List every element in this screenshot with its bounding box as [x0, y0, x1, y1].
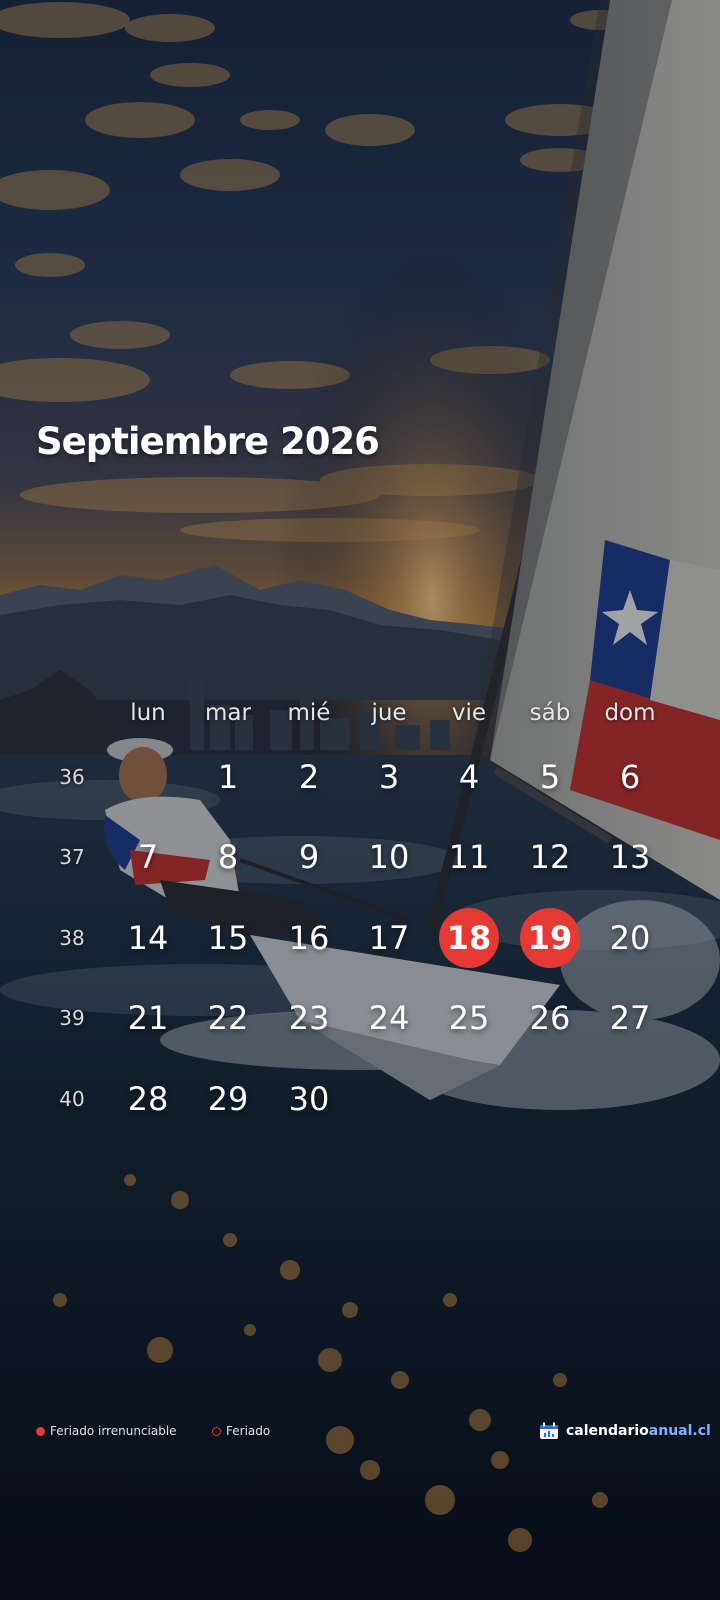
legend-irrenunciable-label: Feriado irrenunciable [50, 1424, 177, 1438]
brand-name-part1: calendario [566, 1423, 649, 1439]
day-cell: 4 [458, 758, 480, 796]
day-cell: 17 [368, 919, 410, 957]
day-cell: 1 [217, 758, 239, 796]
day-cell: 11 [448, 838, 490, 876]
weekday-label: sáb [529, 700, 571, 726]
brand-name-part2: anual.cl [648, 1423, 711, 1439]
day-cell: 21 [127, 999, 169, 1037]
legend-feriado-label: Feriado [226, 1424, 271, 1438]
weekday-header-row: lun mar mié jue vie sáb dom [0, 700, 720, 730]
day-cell: 23 [288, 999, 330, 1037]
month-title: Septiembre 2026 [36, 420, 380, 463]
brand-logo: calendario anual.cl [539, 1422, 711, 1440]
calendar-wallpaper: Septiembre 2026 lun mar mié jue vie sáb dom 36… [0, 0, 720, 1600]
holiday-day-cell: 19 [520, 908, 580, 968]
weekday-label: mar [205, 700, 251, 726]
day-cell: 6 [619, 758, 641, 796]
day-cell: 30 [288, 1080, 330, 1118]
day-cell: 8 [217, 838, 239, 876]
day-cell: 2 [298, 758, 320, 796]
legend-feriado: Feriado [212, 1424, 270, 1438]
holiday-day-cell: 18 [439, 908, 499, 968]
weekday-label: lun [130, 700, 166, 726]
weekday-label: vie [451, 700, 487, 726]
day-cell: 27 [609, 999, 651, 1037]
day-cell: 20 [609, 919, 651, 957]
week-number: 36 [59, 765, 85, 789]
day-cell: 28 [127, 1080, 169, 1118]
day-cell: 16 [288, 919, 330, 957]
day-cell: 14 [127, 919, 169, 957]
day-cell: 13 [609, 838, 651, 876]
day-cell: 24 [368, 999, 410, 1037]
weekday-label: jue [371, 700, 407, 726]
filled-dot-icon [36, 1426, 45, 1436]
day-cell: 15 [207, 919, 249, 957]
week-number: 37 [59, 845, 85, 869]
week-number: 39 [59, 1006, 85, 1030]
day-cell: 29 [207, 1080, 249, 1118]
week-number: 38 [59, 926, 85, 950]
day-cell: 7 [137, 838, 159, 876]
day-cell: 26 [529, 999, 571, 1037]
day-cell: 12 [529, 838, 571, 876]
day-cell: 22 [207, 999, 249, 1037]
calendar-logo-icon [539, 1422, 559, 1440]
weekday-label: mié [287, 700, 331, 726]
day-cell: 3 [378, 758, 400, 796]
day-cell: 5 [539, 758, 561, 796]
weekday-label: dom [604, 700, 656, 726]
legend-irrenunciable: Feriado irrenunciable [36, 1424, 177, 1438]
day-cell: 9 [298, 838, 320, 876]
day-cell: 10 [368, 838, 410, 876]
week-number: 40 [59, 1087, 85, 1111]
day-cell: 25 [448, 999, 490, 1037]
ring-dot-icon [212, 1426, 221, 1436]
